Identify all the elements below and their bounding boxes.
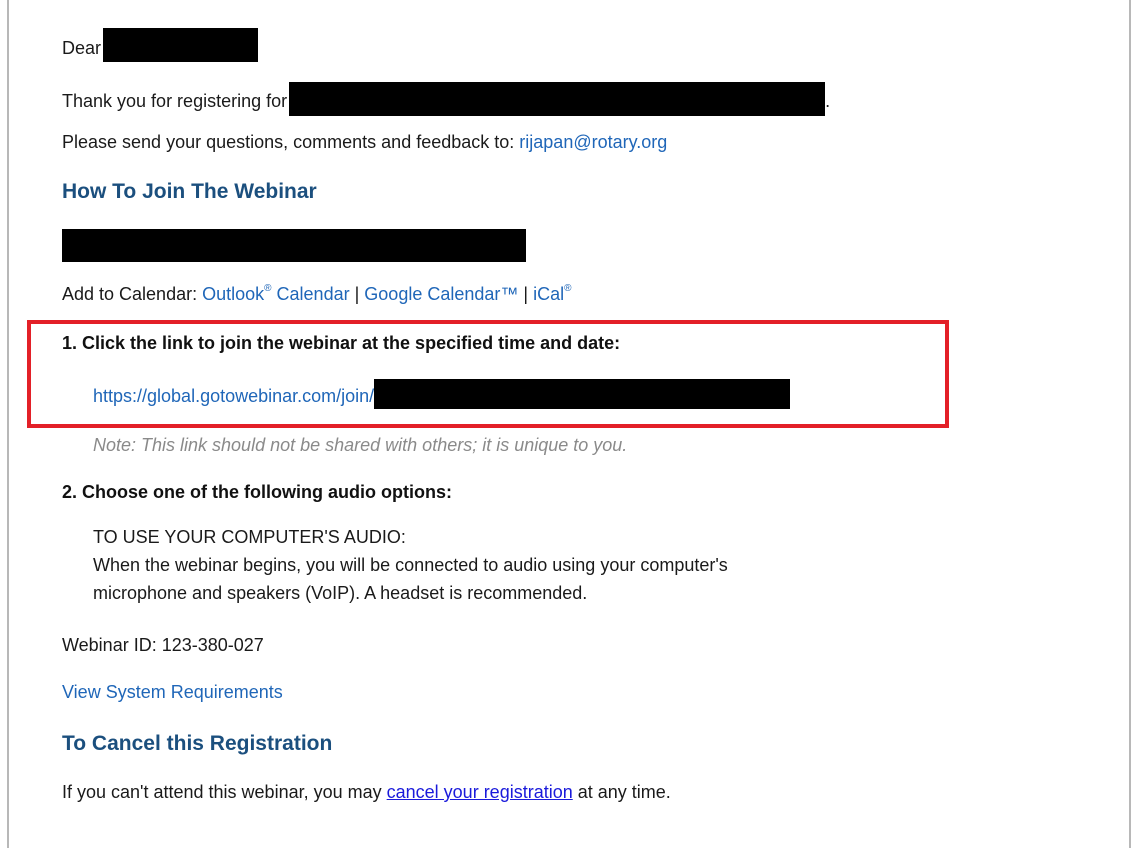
contact-email-link[interactable]: rijapan@rotary.org: [519, 132, 667, 152]
separator: |: [354, 284, 360, 304]
thanks-line: Thank you for registering for.: [62, 82, 831, 119]
webinar-id: Webinar ID: 123-380-027: [62, 635, 264, 655]
calendar-line: Add to Calendar: Outlook® Calendar | Goo…: [62, 283, 572, 305]
contact-prefix: Please send your questions, comments and…: [62, 132, 515, 152]
dear-label: Dear: [62, 37, 102, 58]
separator: |: [523, 284, 529, 304]
cancel-suffix: at any time.: [577, 782, 671, 802]
thanks-suffix: .: [825, 90, 831, 111]
outlook-calendar-link[interactable]: Outlook® Calendar: [202, 283, 350, 304]
ical-link[interactable]: iCal®: [533, 283, 572, 304]
audio-option-line1: When the webinar begins, you will be con…: [93, 555, 728, 575]
cancel-registration-link[interactable]: cancel your registration: [387, 782, 573, 802]
link-note: Note: This link should not be shared wit…: [93, 435, 628, 455]
system-requirements-line: View System Requirements: [62, 682, 283, 703]
cancel-prefix: If you can't attend this webinar, you ma…: [62, 782, 382, 802]
redacted-date-time: [62, 229, 526, 262]
audio-option-title: TO USE YOUR COMPUTER'S AUDIO:: [93, 527, 406, 547]
audio-option-line2: microphone and speakers (VoIP). A headse…: [93, 583, 588, 603]
highlight-box: [27, 320, 949, 428]
google-calendar-link[interactable]: Google Calendar™: [364, 284, 518, 304]
outlook-label: Outlook: [202, 284, 265, 304]
cancel-heading: To Cancel this Registration: [62, 732, 333, 755]
greeting-line: Dear: [62, 28, 259, 66]
cancel-line: If you can't attend this webinar, you ma…: [62, 782, 671, 803]
contact-line: Please send your questions, comments and…: [62, 132, 667, 153]
redacted-name: [103, 28, 259, 62]
ical-label: iCal: [533, 284, 565, 304]
registered-mark: ®: [264, 283, 272, 294]
system-requirements-link[interactable]: View System Requirements: [62, 682, 283, 702]
calendar-prefix: Add to Calendar:: [62, 284, 198, 304]
registered-mark: ®: [564, 283, 572, 294]
redacted-webinar-title: [289, 82, 826, 116]
join-heading: How To Join The Webinar: [62, 180, 317, 203]
step2-title: 2. Choose one of the following audio opt…: [62, 482, 452, 502]
thanks-prefix: Thank you for registering for: [62, 90, 288, 111]
outlook-suffix: Calendar: [271, 284, 350, 304]
